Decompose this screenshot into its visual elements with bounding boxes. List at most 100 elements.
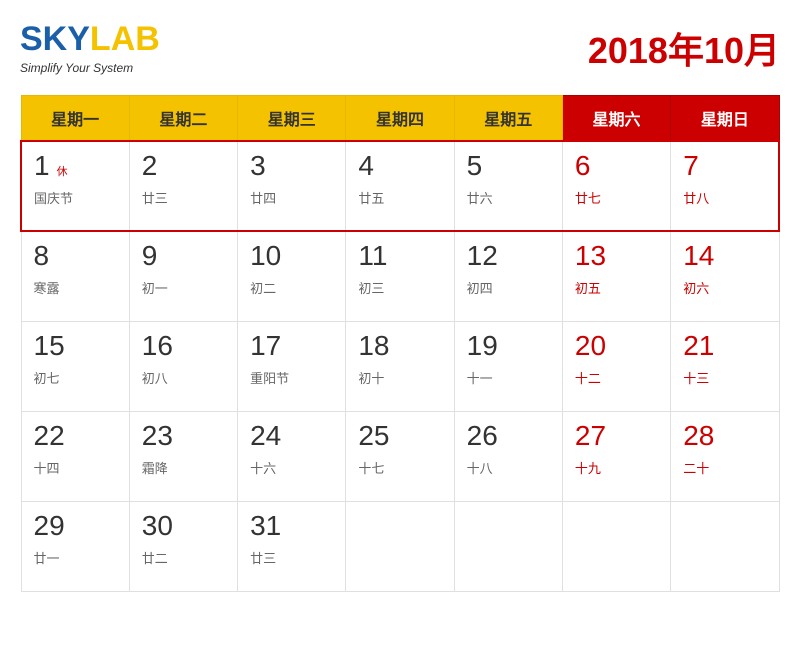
cal-cell: 23 霜降 [129,411,237,501]
lunar-label: 十二 [575,368,658,387]
cal-cell: 8 寒露 [21,231,129,321]
day-number: 4 [358,150,374,182]
cal-cell: 4 廿五 [346,141,454,231]
cal-cell: 24 十六 [238,411,346,501]
weekday-header-1: 星期二 [129,96,237,142]
day-number: 26 [467,420,498,452]
weekday-header-3: 星期四 [346,96,454,142]
lunar-label: 十六 [250,458,333,477]
day-number: 30 [142,510,173,542]
cal-cell: 12 初四 [454,231,562,321]
page-header: SKYLAB Simplify Your System 2018年10月 [20,20,780,75]
lunar-label: 廿六 [467,188,550,207]
lunar-label: 十四 [34,458,117,477]
lunar-label: 廿二 [142,548,225,567]
lunar-label: 廿八 [683,188,766,207]
lunar-label: 廿五 [358,188,441,207]
week-row-1: 8寒露9初一10初二11初三12初四13初五14初六 [21,231,779,321]
cal-cell: 30 廿二 [129,501,237,591]
lunar-label: 十九 [575,458,658,477]
logo-area: SKYLAB Simplify Your System [20,20,160,75]
day-number: 17 [250,330,281,362]
day-number: 1 [34,150,50,182]
cal-cell [346,501,454,591]
lunar-label: 十三 [683,368,766,387]
day-number: 15 [34,330,65,362]
lunar-label: 初一 [142,278,225,297]
day-number: 10 [250,240,281,272]
day-number: 27 [575,420,606,452]
cal-cell [562,501,670,591]
weekday-header-row: 星期一星期二星期三星期四星期五星期六星期日 [21,96,779,142]
lunar-label: 寒露 [34,278,117,297]
logo: SKYLAB [20,20,160,59]
day-number: 8 [34,240,50,272]
day-number: 29 [34,510,65,542]
day-number: 24 [250,420,281,452]
cal-cell: 16 初八 [129,321,237,411]
day-number: 12 [467,240,498,272]
lunar-label: 廿四 [250,188,333,207]
cal-cell: 21 十三 [671,321,779,411]
lunar-label: 廿七 [575,188,658,207]
lunar-label: 初六 [683,278,766,297]
cal-cell: 19十一 [454,321,562,411]
day-number: 16 [142,330,173,362]
day-number: 13 [575,240,606,272]
day-number: 6 [575,150,591,182]
lunar-label: 霜降 [142,458,225,477]
cal-cell: 5 廿六 [454,141,562,231]
logo-subtitle: Simplify Your System [20,61,160,75]
cal-cell: 27 十九 [562,411,670,501]
cal-cell: 18 初十 [346,321,454,411]
lunar-label: 十八 [467,458,550,477]
lunar-label: 廿三 [142,188,225,207]
day-number: 21 [683,330,714,362]
weekday-header-0: 星期一 [21,96,129,142]
day-number: 19 [467,330,498,362]
month-title: 2018年10月 [588,22,780,74]
calendar-table: 星期一星期二星期三星期四星期五星期六星期日 1休国庆节2廿三3廿四 4 廿五 5 廿六 6… [20,95,780,592]
week-row-3: 22十四23霜降24十六25十七26十八27十九28二十 [21,411,779,501]
day-number: 18 [358,330,389,362]
cal-cell: 10 初二 [238,231,346,321]
day-number: 7 [683,150,699,182]
cal-cell: 20 十二 [562,321,670,411]
lunar-label: 初七 [34,368,117,387]
lunar-label: 初二 [250,278,333,297]
cal-cell: 22十四 [21,411,129,501]
lunar-label: 初四 [467,278,550,297]
lunar-label: 初八 [142,368,225,387]
lunar-label: 廿一 [34,548,117,567]
day-number: 11 [358,240,387,272]
cal-cell: 15 初七 [21,321,129,411]
cal-cell: 1休国庆节 [21,141,129,231]
week-row-4: 29廿一30廿二31廿三 [21,501,779,591]
weekday-header-6: 星期日 [671,96,779,142]
cal-cell: 7 廿八 [671,141,779,231]
cal-cell: 6 廿七 [562,141,670,231]
lunar-label: 初十 [358,368,441,387]
cal-cell: 11初三 [346,231,454,321]
cal-cell: 9 初一 [129,231,237,321]
logo-sky: SKY [20,20,90,58]
day-number: 31 [250,510,281,542]
day-number: 25 [358,420,389,452]
weekday-header-2: 星期三 [238,96,346,142]
day-number: 9 [142,240,158,272]
day-number: 5 [467,150,483,182]
cal-cell: 29 廿一 [21,501,129,591]
cal-cell [671,501,779,591]
cal-cell: 3廿四 [238,141,346,231]
day-number: 20 [575,330,606,362]
day-number: 23 [142,420,173,452]
lunar-label: 十七 [358,458,441,477]
lunar-label: 初五 [575,278,658,297]
day-number: 28 [683,420,714,452]
cal-cell: 26 十八 [454,411,562,501]
cal-cell: 2廿三 [129,141,237,231]
week-row-2: 15 初七 16 初八 17 重阳节 18 初十 19十一 20 十二 21 十三 [21,321,779,411]
week-row-0: 1休国庆节2廿三3廿四 4 廿五 5 廿六 6 廿七 7 廿八 [21,141,779,231]
cal-cell: 17 重阳节 [238,321,346,411]
lunar-label: 重阳节 [250,368,333,387]
